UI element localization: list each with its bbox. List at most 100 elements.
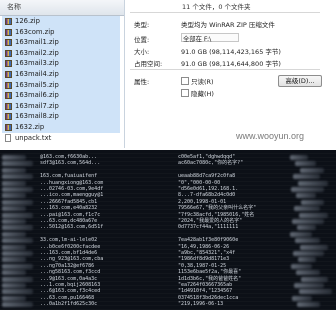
redaction-blur — [2, 270, 26, 276]
redaction-blur — [2, 289, 33, 295]
redaction-blur — [2, 155, 26, 160]
redaction-blur — [294, 206, 320, 212]
hidden-checkbox[interactable]: 隐藏(H) — [181, 88, 214, 98]
file-name: 163mail6.zip — [15, 91, 59, 100]
file-name: 163mail1.zip — [15, 38, 59, 47]
redaction-blur — [2, 206, 26, 212]
location-value: 全部在 F:\ — [183, 36, 212, 43]
redaction-blur — [299, 289, 332, 295]
zip-archive-icon — [5, 81, 12, 89]
disk-size-label: 占用空间: — [134, 60, 163, 68]
dump-cell: "219,1996-06-13 — [178, 301, 224, 308]
file-name: 1632.zip — [15, 122, 45, 131]
dump-row: ...0a1b2f1fd625c30c "219,1996-06-13 — [0, 301, 336, 308]
zip-archive-icon — [5, 49, 12, 57]
redaction-blur — [2, 231, 26, 237]
redaction-blur — [2, 276, 33, 282]
properties-dialog: 11 个文件，0 个文件夹 类型: 类型均为 WinRAR ZIP 压缩文件 位… — [128, 0, 336, 148]
file-row[interactable]: 163mail7.zip — [2, 100, 120, 112]
selection-summary: 11 个文件，0 个文件夹 — [182, 3, 251, 11]
size-value: 91.0 GB (98,114,423,165 字节) — [181, 48, 281, 56]
redaction-blur — [295, 238, 320, 244]
location-label: 位置: — [134, 36, 150, 44]
file-row[interactable]: 163mail6.zip — [2, 90, 120, 101]
redaction-blur — [2, 219, 26, 224]
checkbox-box[interactable] — [181, 89, 189, 97]
zip-archive-icon — [5, 102, 12, 110]
type-value: 类型均为 WinRAR ZIP 压缩文件 — [181, 21, 275, 29]
file-rows: 126.zip 163com.zip 163mail1.zip 163mail2.zi… — [2, 16, 120, 143]
watermark: www.wooyun.org — [236, 131, 305, 141]
checkbox-box[interactable] — [181, 77, 189, 85]
redaction-blur — [2, 263, 33, 269]
file-row[interactable]: 163mail1.zip — [2, 37, 120, 48]
file-list-pane: 名称 126.zip 163com.zip 163mail1.zip 163mail2… — [0, 0, 125, 148]
file-name: 163mail4.zip — [15, 69, 59, 78]
redaction-blur — [295, 161, 316, 167]
redaction-blur — [2, 187, 33, 192]
redaction-blur — [291, 187, 324, 192]
file-row[interactable]: 163mail5.zip — [2, 79, 120, 91]
redaction-blur — [292, 295, 312, 301]
file-list-header[interactable]: 名称 — [0, 0, 124, 16]
redaction-blur — [2, 295, 26, 301]
data-dump-panel: @163.com,f6630ab... c00e5af1,"dghwdqqd" sd… — [0, 150, 336, 310]
redaction-blur — [2, 251, 33, 256]
type-label: 类型: — [134, 21, 150, 29]
zip-archive-icon — [5, 60, 12, 68]
redaction-blur — [2, 244, 26, 250]
divider — [130, 69, 320, 70]
file-row[interactable]: 163com.zip — [2, 26, 120, 38]
redaction-blur — [2, 161, 33, 167]
file-row[interactable]: unpack.txt — [2, 133, 120, 144]
redaction-blur — [297, 225, 316, 231]
file-row[interactable]: 163mail8.zip — [2, 111, 120, 122]
readonly-checkbox[interactable]: 只读(R) — [181, 76, 214, 86]
zip-archive-icon — [5, 39, 12, 47]
redaction-blur — [298, 180, 328, 186]
redaction-blur — [2, 174, 33, 180]
readonly-label: 只读(R) — [191, 78, 214, 86]
redaction-blur — [2, 167, 26, 173]
zip-archive-icon — [5, 123, 12, 131]
redaction-blur — [291, 263, 312, 269]
redaction-blur — [300, 167, 324, 173]
redaction-blur — [2, 199, 33, 205]
redaction-blur — [2, 225, 33, 231]
file-name: 163mail3.zip — [15, 59, 59, 68]
file-row[interactable]: 163mail2.zip — [2, 47, 120, 59]
file-properties-screenshot: 名称 126.zip 163com.zip 163mail1.zip 163mail2… — [0, 0, 336, 148]
advanced-button[interactable]: 高级(D)... — [278, 75, 322, 87]
attributes-label: 属性: — [134, 78, 150, 86]
redaction-blur — [299, 212, 328, 218]
redaction-blur — [2, 238, 33, 244]
redaction-blur — [298, 257, 316, 263]
size-label: 大小: — [134, 48, 150, 56]
redaction-blur — [2, 212, 33, 218]
zip-archive-icon — [5, 92, 12, 100]
redaction-blur — [296, 270, 320, 276]
zip-archive-icon — [5, 18, 12, 25]
column-header-name[interactable]: 名称 — [7, 2, 21, 12]
redaction-blur — [301, 276, 328, 282]
redaction-blur — [290, 155, 308, 160]
file-name: 163mail5.zip — [15, 80, 59, 89]
file-row[interactable]: 126.zip — [2, 16, 120, 27]
file-row[interactable]: 163mail3.zip — [2, 58, 120, 69]
redaction-blur — [296, 193, 316, 199]
zip-archive-icon — [5, 70, 12, 78]
file-name: unpack.txt — [15, 133, 52, 142]
redaction-blur — [300, 244, 328, 250]
redaction-blur — [2, 283, 26, 288]
location-field[interactable]: 全部在 F:\ — [181, 33, 239, 43]
divider — [130, 12, 320, 13]
redaction-blur — [294, 283, 324, 288]
file-row[interactable]: 1632.zip — [2, 121, 120, 133]
file-name: 163mail8.zip — [15, 112, 59, 121]
zip-archive-icon — [5, 28, 12, 36]
dump-cell: ...0a1b2f1fd625c30c — [40, 301, 98, 308]
file-row[interactable]: 163mail4.zip — [2, 68, 120, 80]
redaction-blur — [2, 193, 26, 199]
file-name: 126.zip — [15, 17, 40, 25]
redaction-blur — [293, 174, 320, 180]
